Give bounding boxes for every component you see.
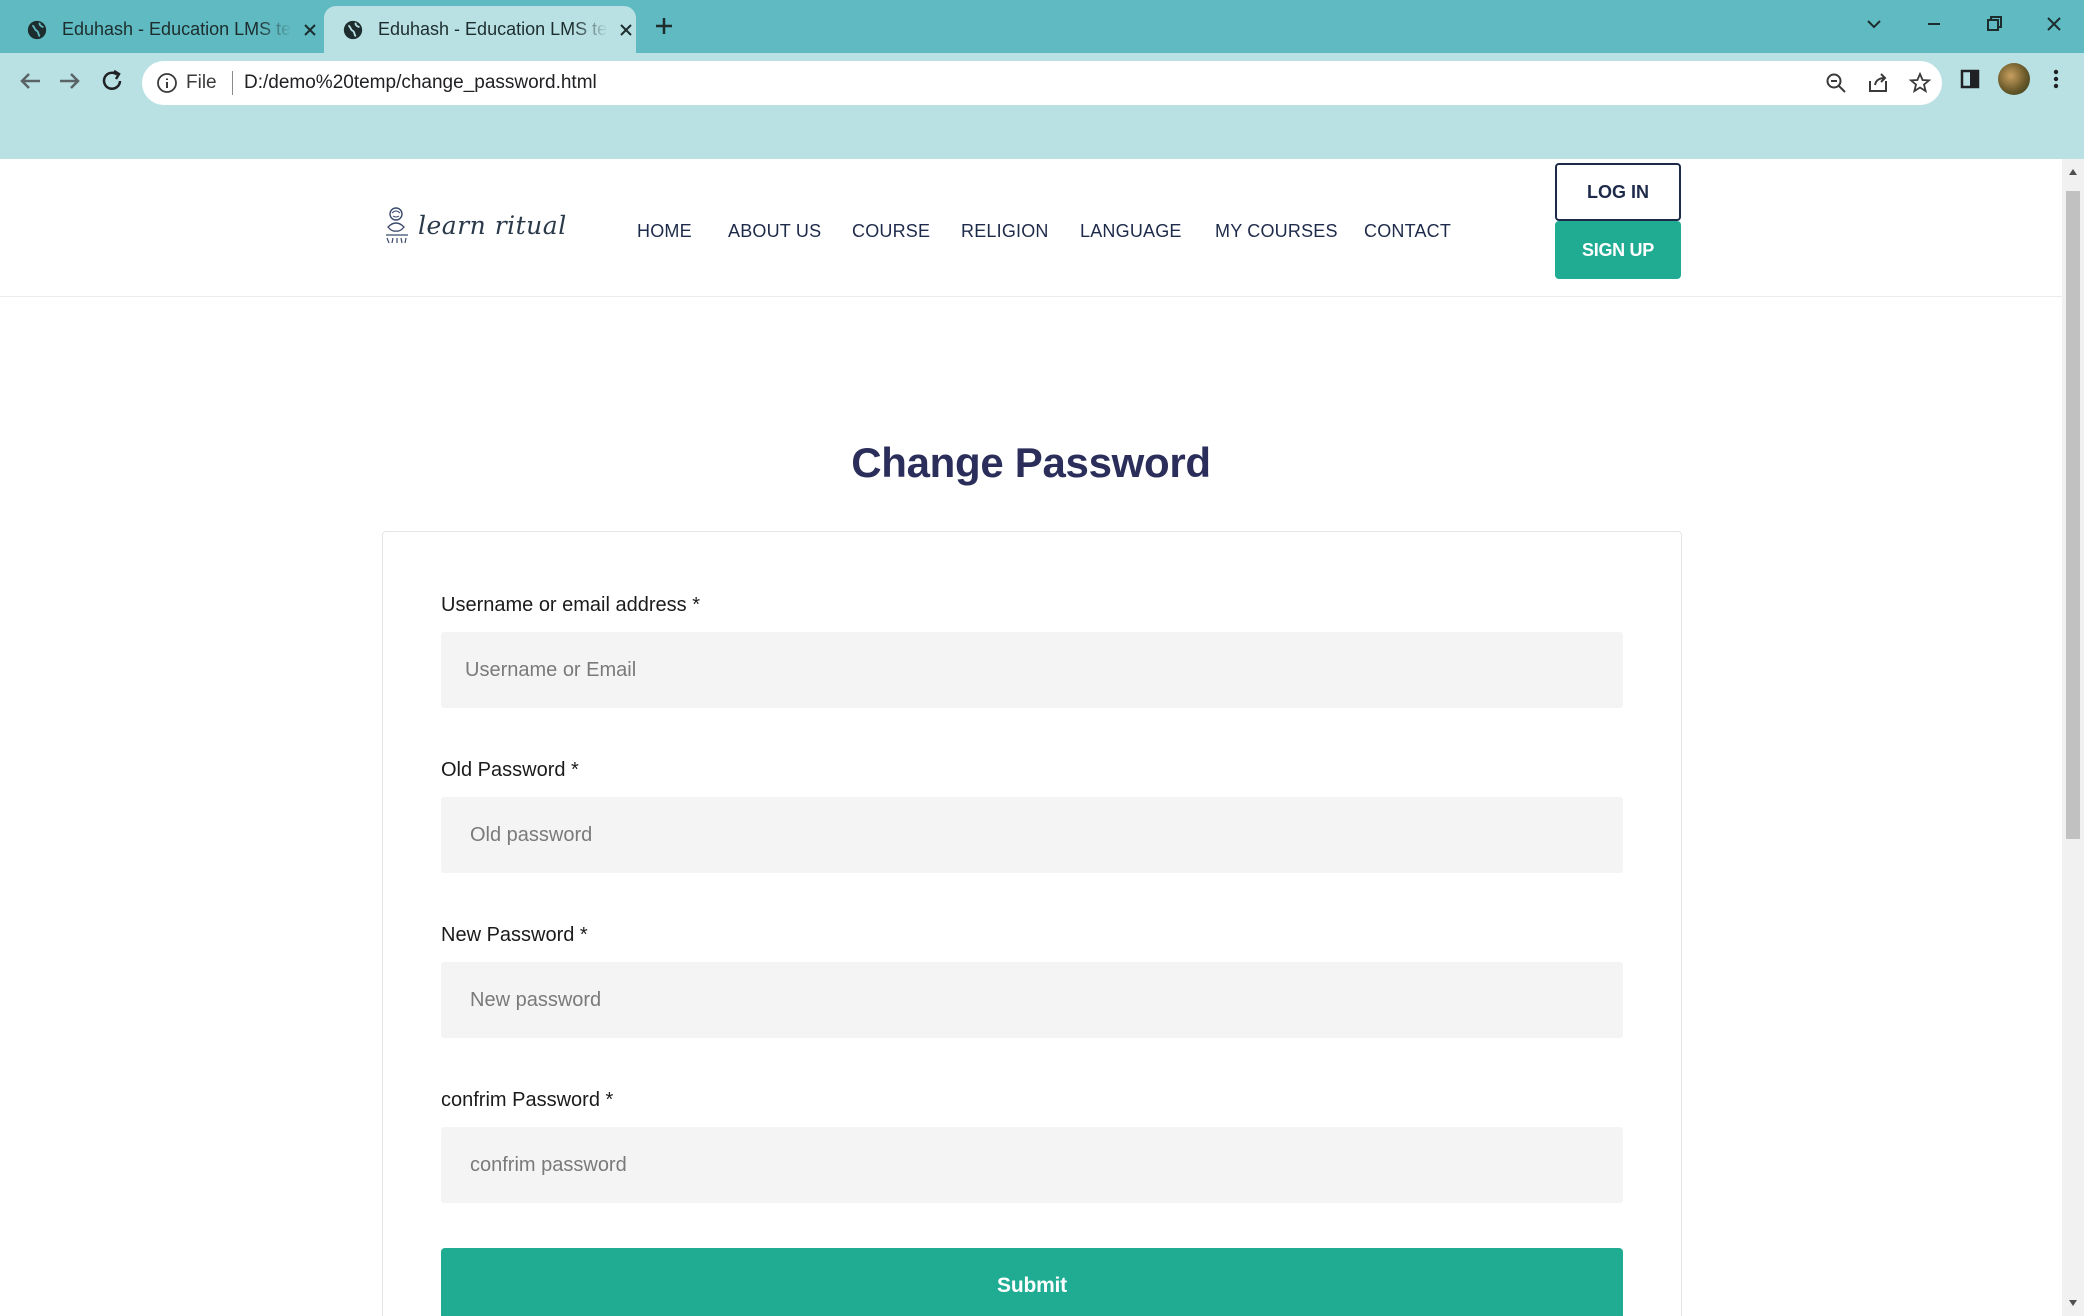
web-page: learn ritual HOME ABOUT US COURSE RELIGI… <box>0 159 2062 1316</box>
address-bar[interactable]: File D:/demo%20temp/change_password.html <box>142 61 1942 105</box>
info-icon[interactable] <box>156 72 178 94</box>
tab-search-icon[interactable] <box>1860 10 1888 38</box>
globe-icon <box>27 20 47 39</box>
nav-item-course[interactable]: COURSE <box>852 221 930 242</box>
nav-item-about-us[interactable]: ABOUT US <box>728 221 821 242</box>
nav-item-contact[interactable]: CONTACT <box>1364 221 1451 242</box>
main-nav: HOME ABOUT US COURSE RELIGION LANGUAGE M… <box>0 221 2062 245</box>
scroll-up-icon[interactable] <box>2066 165 2080 179</box>
minimize-icon[interactable] <box>1920 10 1948 38</box>
menu-kebab-icon[interactable] <box>2042 65 2070 93</box>
username-label: Username or email address * <box>441 594 700 616</box>
nav-item-my-courses[interactable]: MY COURSES <box>1215 221 1338 242</box>
page-title: Change Password <box>851 439 1211 486</box>
profile-avatar[interactable] <box>1998 63 2030 95</box>
old-password-label: Old Password * <box>441 759 579 781</box>
nav-item-home[interactable]: HOME <box>637 221 692 242</box>
confirm-password-label: confrim Password * <box>441 1089 614 1111</box>
scroll-thumb[interactable] <box>2066 191 2080 839</box>
nav-item-religion[interactable]: RELIGION <box>961 221 1049 242</box>
confirm-password-input[interactable] <box>441 1127 1623 1203</box>
site-header: learn ritual HOME ABOUT US COURSE RELIGI… <box>0 159 2062 297</box>
restore-icon[interactable] <box>1980 10 2008 38</box>
new-password-input[interactable] <box>441 962 1623 1038</box>
login-button[interactable]: LOG IN <box>1555 163 1681 221</box>
change-password-form: Username or email address * Old Password… <box>382 531 1682 1316</box>
new-tab-icon[interactable] <box>652 14 676 38</box>
forward-icon[interactable] <box>54 65 86 97</box>
back-icon[interactable] <box>14 65 46 97</box>
browser-tab-active[interactable]: Eduhash - Education LMS template <box>324 6 636 53</box>
browser-tab-strip: Eduhash - Education LMS template Eduhash… <box>0 0 2084 53</box>
signup-button[interactable]: SIGN UP <box>1555 221 1681 279</box>
window-close-icon[interactable] <box>2040 10 2068 38</box>
share-icon[interactable] <box>1866 71 1890 95</box>
submit-button[interactable]: Submit <box>441 1248 1623 1316</box>
zoom-icon[interactable] <box>1824 71 1848 95</box>
nav-item-language[interactable]: LANGUAGE <box>1080 221 1182 242</box>
reload-icon[interactable] <box>96 65 128 97</box>
side-panel-icon[interactable] <box>1956 65 1984 93</box>
browser-tab[interactable]: Eduhash - Education LMS template <box>8 6 320 53</box>
close-icon[interactable] <box>302 22 318 38</box>
old-password-input[interactable] <box>441 797 1623 873</box>
url-text[interactable]: D:/demo%20temp/change_password.html <box>244 72 597 94</box>
tab-title: Eduhash - Education LMS template <box>378 19 608 39</box>
close-icon[interactable] <box>618 22 634 38</box>
browser-toolbar: File D:/demo%20temp/change_password.html <box>0 53 2084 159</box>
tab-title: Eduhash - Education LMS template <box>62 19 292 39</box>
scroll-down-icon[interactable] <box>2066 1296 2080 1310</box>
divider <box>232 71 233 95</box>
globe-icon <box>343 20 363 39</box>
star-icon[interactable] <box>1908 71 1932 95</box>
scheme-label: File <box>186 72 217 93</box>
username-input[interactable] <box>441 632 1623 708</box>
page-scrollbar[interactable] <box>2062 159 2084 1316</box>
new-password-label: New Password * <box>441 924 588 946</box>
